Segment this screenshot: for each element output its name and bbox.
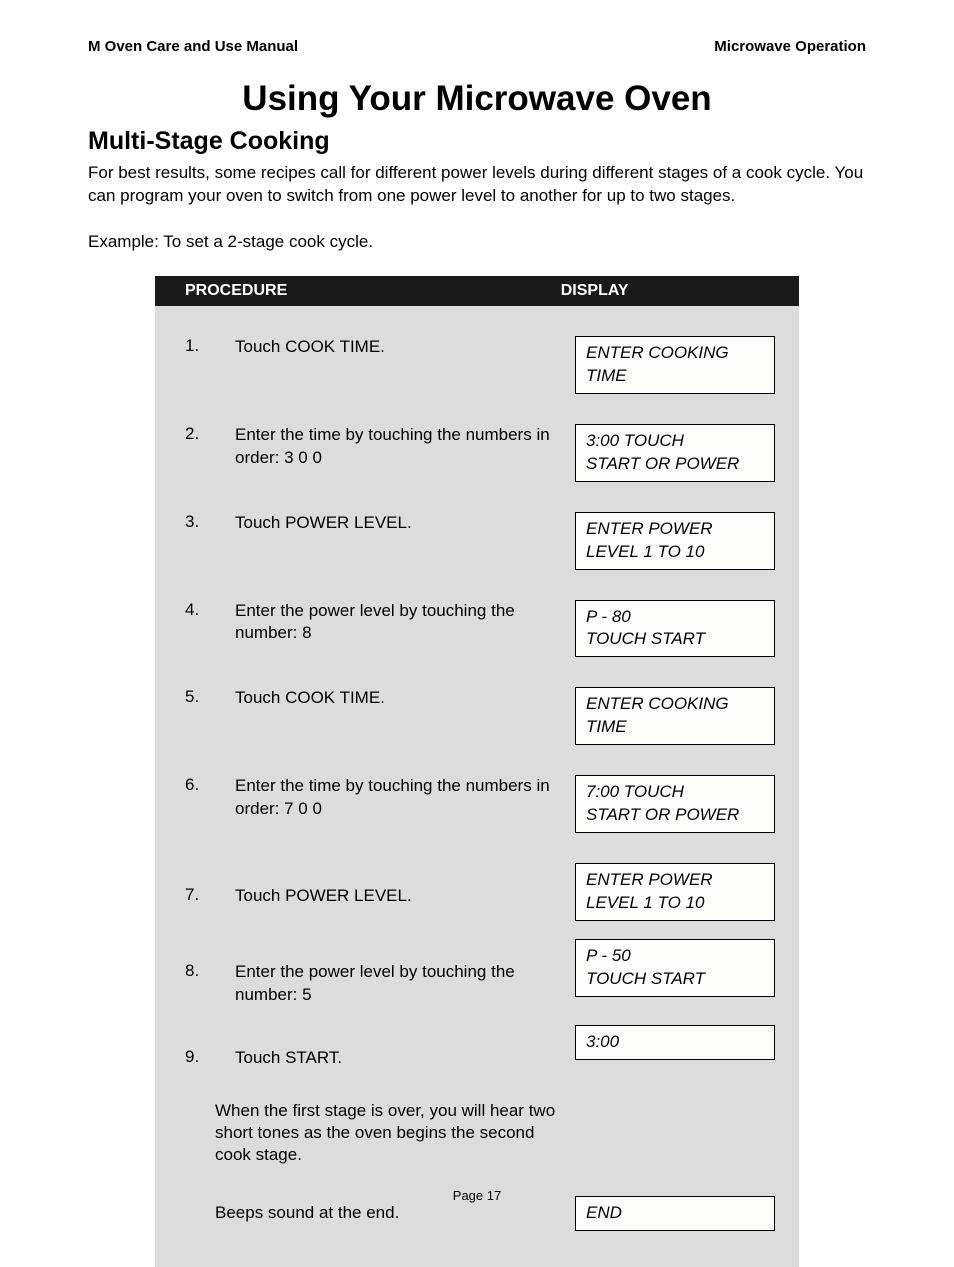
- page-footer: Page 17: [0, 1188, 954, 1203]
- procedure-table: PROCEDURE DISPLAY 1. Touch COOK TIME. EN…: [155, 276, 799, 1267]
- step-text: Touch COOK TIME.: [235, 687, 575, 710]
- header-display: DISPLAY: [561, 282, 799, 300]
- section-subtitle: Multi-Stage Cooking: [0, 119, 954, 156]
- step-row: 8. Enter the power level by touching the…: [175, 939, 779, 1007]
- step-row: 7. Touch POWER LEVEL. ENTER POWER LEVEL …: [175, 863, 779, 921]
- table-body: 1. Touch COOK TIME. ENTER COOKING TIME 2…: [155, 306, 799, 1267]
- display-box: P - 80 TOUCH START: [575, 600, 775, 658]
- step-text: Touch COOK TIME.: [235, 336, 575, 359]
- note-row: When the first stage is over, you will h…: [175, 1100, 779, 1166]
- step-number: 1.: [175, 336, 235, 356]
- step-number: 7.: [175, 863, 235, 905]
- step-text: Enter the time by touching the numbers i…: [235, 424, 575, 470]
- step-row: 9. Touch START. 3:00: [175, 1025, 779, 1070]
- display-box: 3:00 TOUCH START OR POWER: [575, 424, 775, 482]
- step-text: Enter the power level by touching the nu…: [235, 939, 575, 1007]
- display-box: 7:00 TOUCH START OR POWER: [575, 775, 775, 833]
- page-title: Using Your Microwave Oven: [0, 79, 954, 119]
- note-text: When the first stage is over, you will h…: [175, 1100, 575, 1166]
- display-box: 3:00: [575, 1025, 775, 1060]
- example-text: Example: To set a 2-stage cook cycle.: [0, 208, 954, 252]
- step-row: 3. Touch POWER LEVEL. ENTER POWER LEVEL …: [175, 512, 779, 570]
- step-number: 4.: [175, 600, 235, 620]
- step-number: 8.: [175, 939, 235, 981]
- step-row: 1. Touch COOK TIME. ENTER COOKING TIME: [175, 336, 779, 394]
- step-text: Enter the power level by touching the nu…: [235, 600, 575, 646]
- step-row: 5. Touch COOK TIME. ENTER COOKING TIME: [175, 687, 779, 745]
- intro-paragraph: For best results, some recipes call for …: [0, 156, 954, 208]
- display-box: ENTER POWER LEVEL 1 TO 10: [575, 512, 775, 570]
- display-box: P - 50 TOUCH START: [575, 939, 775, 997]
- step-row: 4. Enter the power level by touching the…: [175, 600, 779, 658]
- step-text: Touch POWER LEVEL.: [235, 512, 575, 535]
- step-text: Touch START.: [235, 1025, 575, 1070]
- header-left: M Oven Care and Use Manual: [88, 38, 298, 55]
- display-box: ENTER COOKING TIME: [575, 687, 775, 745]
- step-number: 6.: [175, 775, 235, 795]
- header-right: Microwave Operation: [714, 38, 866, 55]
- display-box: ENTER POWER LEVEL 1 TO 10: [575, 863, 775, 921]
- step-number: 5.: [175, 687, 235, 707]
- step-text: Touch POWER LEVEL.: [235, 863, 575, 908]
- step-text: Enter the time by touching the numbers i…: [235, 775, 575, 821]
- table-header: PROCEDURE DISPLAY: [155, 276, 799, 306]
- header-procedure: PROCEDURE: [155, 282, 561, 300]
- step-number: 3.: [175, 512, 235, 532]
- step-number: 2.: [175, 424, 235, 444]
- display-box: ENTER COOKING TIME: [575, 336, 775, 394]
- step-row: 2. Enter the time by touching the number…: [175, 424, 779, 482]
- step-row: 6. Enter the time by touching the number…: [175, 775, 779, 833]
- page-header: M Oven Care and Use Manual Microwave Ope…: [0, 0, 954, 55]
- step-number: 9.: [175, 1025, 235, 1067]
